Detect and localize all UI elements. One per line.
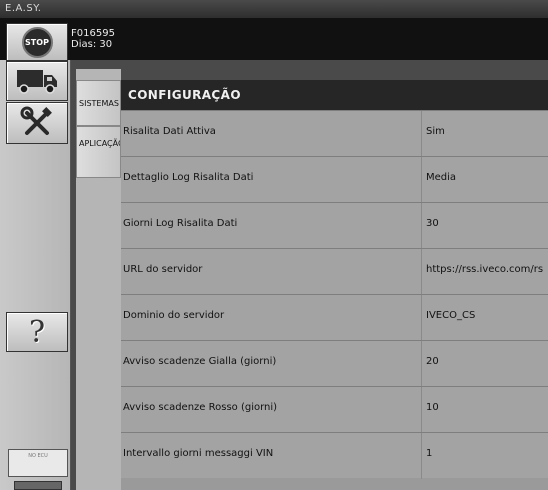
setting-value[interactable]: https://rss.iveco.com/rs [426, 264, 543, 275]
setting-value[interactable]: 10 [426, 402, 439, 413]
setting-value[interactable]: 20 [426, 356, 439, 367]
tab-aplicacao[interactable]: APLICAÇÃO [76, 126, 121, 178]
setting-label: URL do servidor [123, 264, 203, 275]
ecu-status-label: NO ECU [28, 453, 48, 459]
truck-icon [17, 70, 57, 94]
tools-button[interactable] [6, 102, 68, 144]
setting-label: Dettaglio Log Risalita Dati [123, 172, 254, 183]
settings-row[interactable]: Risalita Dati Attiva Sim [121, 110, 548, 157]
vehicle-days: Dias: 30 [71, 39, 113, 50]
window-titlebar: E.A.SY. [0, 0, 548, 19]
stop-label: STOP [25, 37, 49, 47]
column-divider [421, 249, 422, 295]
setting-label: Risalita Dati Attiva [123, 126, 216, 137]
setting-label: Avviso scadenze Rosso (giorni) [123, 402, 278, 413]
stop-icon: STOP [21, 26, 53, 58]
help-icon: ? [28, 314, 46, 350]
column-divider [421, 341, 422, 387]
column-divider [421, 387, 422, 433]
settings-row[interactable]: Dettaglio Log Risalita Dati Media [121, 156, 548, 203]
setting-label: Dominio do servidor [123, 310, 225, 321]
panel-header: CONFIGURAÇÃO [121, 80, 548, 110]
setting-value[interactable]: 30 [426, 218, 439, 229]
help-button[interactable]: ? [6, 312, 68, 352]
vehicle-id: F016595 [71, 28, 115, 39]
settings-row[interactable]: Giorni Log Risalita Dati 30 [121, 202, 548, 249]
ecu-status-box: NO ECU [8, 449, 68, 477]
vehicle-button[interactable] [6, 61, 68, 101]
setting-value[interactable]: IVECO_CS [426, 310, 475, 321]
setting-label: Avviso scadenze Gialla (giorni) [123, 356, 277, 367]
setting-value[interactable]: Media [426, 172, 456, 183]
tab-sistemas[interactable]: SISTEMAS [76, 80, 121, 126]
stop-button[interactable]: STOP [6, 23, 68, 61]
app-title: E.A.SY. [5, 3, 42, 14]
settings-row[interactable]: Intervallo giorni messaggi VIN 1 [121, 432, 548, 479]
column-divider [421, 203, 422, 249]
setting-label: Giorni Log Risalita Dati [123, 218, 238, 229]
settings-row[interactable]: Avviso scadenze Gialla (giorni) 20 [121, 340, 548, 387]
tools-icon [20, 106, 52, 135]
column-divider [421, 433, 422, 479]
column-divider [421, 295, 422, 341]
vehicle-info: F016595 Dias: 30 [71, 28, 115, 50]
ecu-indicator-bar [14, 481, 62, 490]
settings-row[interactable]: URL do servidor https://rss.iveco.com/rs [121, 248, 548, 295]
setting-value[interactable]: Sim [426, 126, 445, 137]
setting-label: Intervallo giorni messaggi VIN [123, 448, 274, 459]
column-divider [421, 111, 422, 157]
settings-row[interactable]: Dominio do servidor IVECO_CS [121, 294, 548, 341]
panel-title: CONFIGURAÇÃO [128, 88, 241, 102]
column-divider [421, 157, 422, 203]
settings-row[interactable]: Avviso scadenze Rosso (giorni) 10 [121, 386, 548, 433]
setting-value[interactable]: 1 [426, 448, 432, 459]
